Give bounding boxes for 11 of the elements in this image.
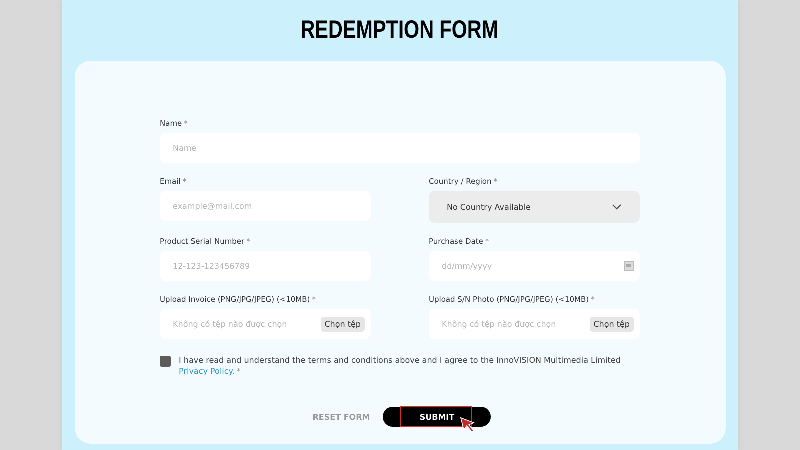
file-field[interactable]: Không có tệp nào được chọn Chọn tệp: [160, 309, 371, 339]
chevron-down-icon: [612, 204, 622, 210]
choose-file-button[interactable]: Chọn tệp: [590, 316, 634, 332]
terms-text: I have read and understand the terms and conditions above and I agree to the InnoVISION Multimedia Limited Privacy Policy. *: [179, 355, 622, 377]
terms-checkbox[interactable]: [160, 356, 171, 367]
form-title: REDEMPTION FORM: [301, 15, 499, 46]
choose-file-button[interactable]: Chọn tệp: [320, 316, 365, 332]
cursor-icon: [460, 417, 476, 433]
country-select[interactable]: No Country Available: [429, 191, 640, 223]
calendar-icon: [624, 261, 634, 271]
file-field[interactable]: Không có tệp nào được chọn Chọn tệp: [429, 309, 640, 339]
